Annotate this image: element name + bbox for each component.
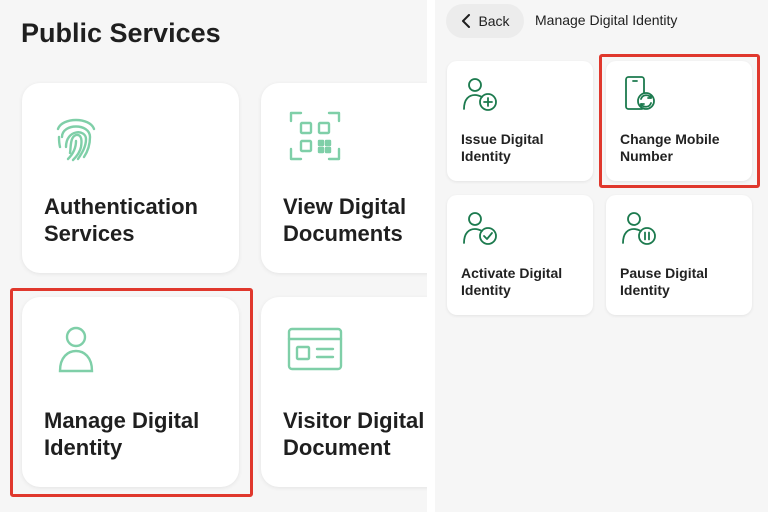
pause-digital-identity-card[interactable]: Pause Digital Identity: [606, 195, 752, 315]
public-services-screen: Public Services Authentication Services …: [0, 0, 427, 512]
card-label: Visitor Digital Document: [283, 408, 425, 460]
visitor-digital-document-card[interactable]: Visitor Digital Document: [261, 297, 427, 487]
card-label: View Digital Documents: [283, 194, 407, 246]
card-label: Issue Digital Identity: [461, 131, 544, 164]
card-label: Pause Digital Identity: [620, 265, 708, 298]
person-pause-icon: [622, 212, 656, 245]
id-card-icon: [287, 327, 343, 371]
fingerprint-icon: [56, 118, 96, 162]
nav-title: Manage Digital Identity: [535, 12, 678, 28]
manage-digital-identity-screen: Back Manage Digital Identity Issue Digit…: [435, 0, 768, 512]
card-label: Activate Digital Identity: [461, 265, 563, 298]
chevron-left-icon: [462, 14, 471, 28]
activate-digital-identity-card[interactable]: Activate Digital Identity: [447, 195, 593, 315]
add-person-icon: [463, 78, 497, 111]
person-check-icon: [463, 212, 497, 245]
back-button[interactable]: Back: [446, 4, 524, 38]
authentication-services-card[interactable]: Authentication Services: [22, 83, 239, 273]
card-label: Authentication Services: [44, 194, 198, 246]
highlight-box: [599, 54, 760, 188]
screen-divider: [427, 0, 435, 512]
page-title: Public Services: [21, 18, 221, 48]
issue-digital-identity-card[interactable]: Issue Digital Identity: [447, 61, 593, 181]
back-label: Back: [478, 13, 510, 29]
highlight-box: [10, 288, 253, 497]
qr-code-icon: [289, 111, 341, 161]
view-digital-documents-card[interactable]: View Digital Documents: [261, 83, 427, 273]
